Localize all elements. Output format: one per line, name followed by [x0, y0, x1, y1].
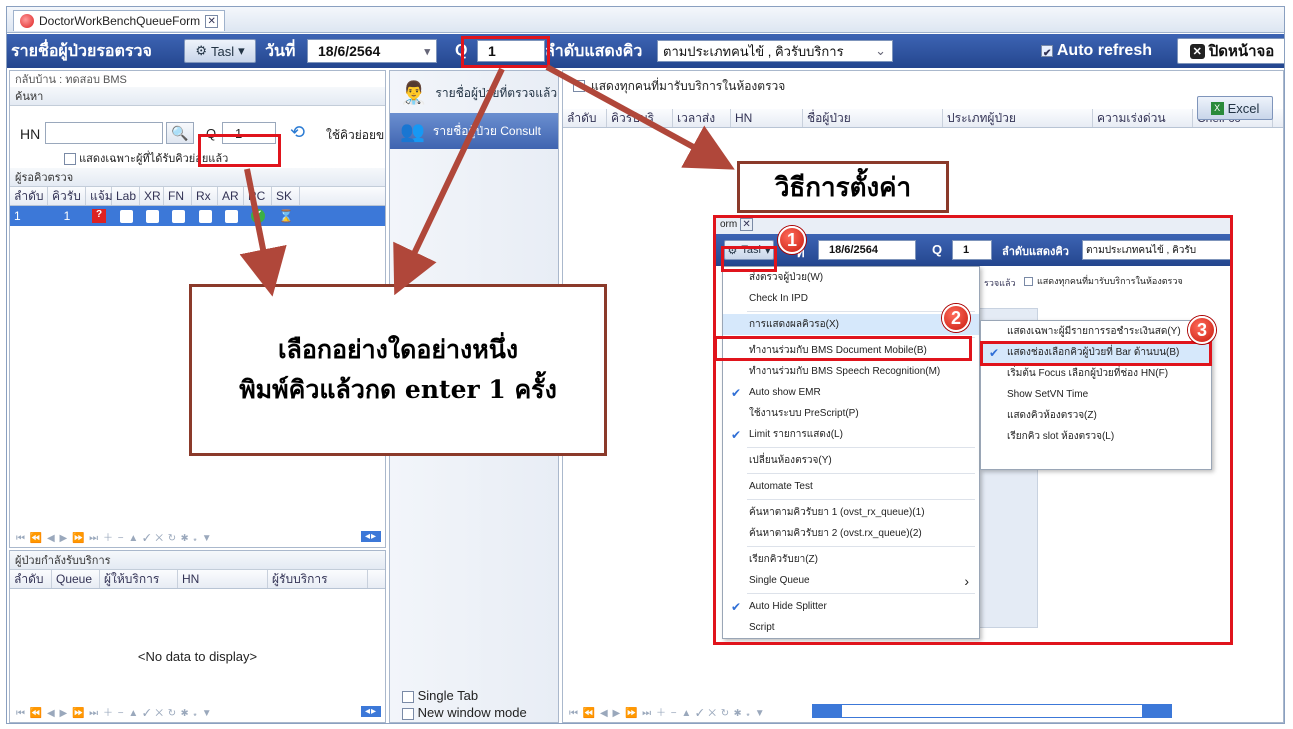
arrow-toolbar-to-settings	[545, 64, 735, 170]
arrow-toolbar-to-callout	[393, 67, 505, 296]
app-window: DoctorWorkBenchQueueForm ✕ รายชื่อผู้ป่ว…	[6, 6, 1285, 724]
arrow-left-to-callout	[239, 168, 287, 297]
annotation-arrows	[239, 64, 735, 297]
